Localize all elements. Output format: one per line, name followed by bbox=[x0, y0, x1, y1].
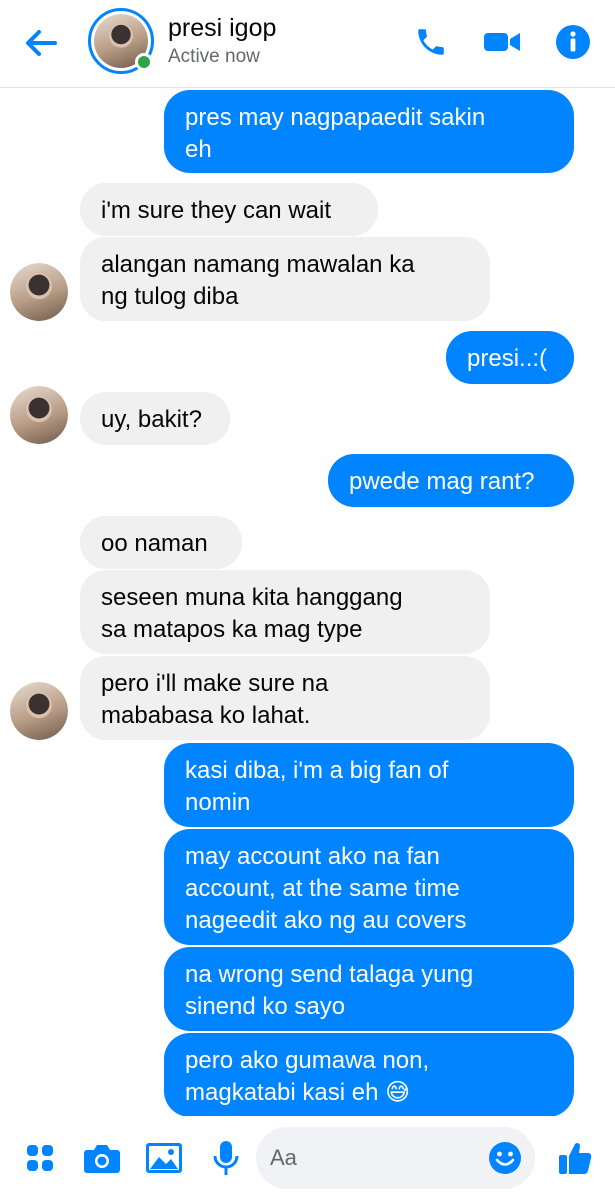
message-incoming[interactable]: pero i'll make sure na mababasa ko lahat… bbox=[80, 656, 490, 740]
avatar-image bbox=[10, 386, 68, 444]
emoji-icon bbox=[489, 1142, 521, 1174]
apps-grid-icon bbox=[27, 1145, 53, 1171]
video-call-button[interactable] bbox=[480, 20, 524, 64]
message-input[interactable] bbox=[268, 1137, 482, 1179]
gallery-icon bbox=[146, 1143, 182, 1173]
message-outgoing[interactable]: pero ako gumawa non, magkatabi kasi eh 😅 bbox=[164, 1033, 574, 1117]
message-incoming[interactable]: uy, bakit? bbox=[80, 392, 230, 445]
like-button[interactable] bbox=[553, 1136, 597, 1180]
phone-icon bbox=[418, 29, 444, 55]
gallery-button[interactable] bbox=[142, 1136, 186, 1180]
back-button[interactable] bbox=[18, 20, 64, 66]
message-input-container bbox=[256, 1127, 535, 1189]
online-indicator bbox=[135, 53, 153, 71]
info-icon bbox=[556, 25, 590, 59]
active-status: Active now bbox=[168, 46, 260, 67]
sender-avatar[interactable] bbox=[10, 263, 68, 321]
message-outgoing[interactable]: may account ako na fan account, at the s… bbox=[164, 829, 574, 945]
sender-avatar[interactable] bbox=[10, 682, 68, 740]
apps-button[interactable] bbox=[18, 1136, 62, 1180]
message-incoming[interactable]: seseen muna kita hanggang sa matapos ka … bbox=[80, 570, 490, 654]
message-incoming[interactable]: i'm sure they can wait bbox=[80, 183, 378, 236]
contact-avatar[interactable] bbox=[88, 8, 154, 74]
sender-avatar[interactable] bbox=[10, 386, 68, 444]
avatar-image bbox=[10, 682, 68, 740]
info-button[interactable] bbox=[551, 20, 595, 64]
message-outgoing[interactable]: na wrong send talaga yung sinend ko sayo bbox=[164, 947, 574, 1031]
message-incoming[interactable]: oo naman bbox=[80, 516, 242, 569]
camera-button[interactable] bbox=[80, 1136, 124, 1180]
conversation-header: presi igop Active now bbox=[0, 0, 615, 88]
contact-name[interactable]: presi igop bbox=[168, 14, 276, 43]
microphone-icon bbox=[213, 1141, 239, 1175]
voice-call-button[interactable] bbox=[409, 20, 453, 64]
thumbs-up-icon bbox=[559, 1142, 592, 1174]
back-arrow-icon bbox=[26, 30, 57, 56]
message-outgoing[interactable]: pres may nagpapaedit sakin eh bbox=[164, 90, 574, 173]
message-incoming[interactable]: alangan namang mawalan ka ng tulog diba bbox=[80, 237, 490, 321]
message-outgoing[interactable]: pwede mag rant? bbox=[328, 454, 574, 507]
video-camera-icon bbox=[484, 33, 520, 51]
camera-icon bbox=[84, 1145, 120, 1173]
message-outgoing[interactable]: kasi diba, i'm a big fan of nomin bbox=[164, 743, 574, 827]
emoji-button[interactable] bbox=[487, 1140, 523, 1176]
avatar-image bbox=[10, 263, 68, 321]
voice-clip-button[interactable] bbox=[204, 1136, 248, 1180]
message-composer bbox=[0, 1116, 615, 1200]
message-outgoing[interactable]: presi..:( bbox=[446, 331, 574, 384]
